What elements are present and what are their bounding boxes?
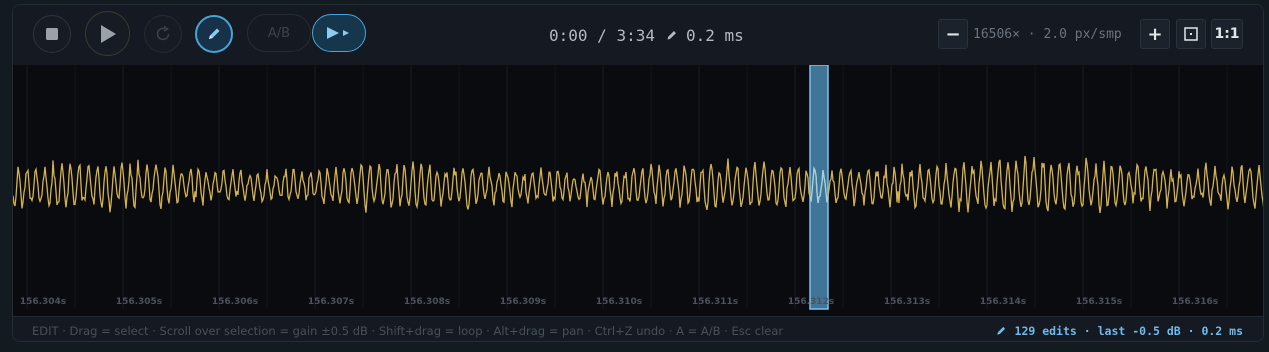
- time-separator: /: [587, 25, 617, 45]
- pencil-icon: [996, 326, 1005, 335]
- time-tick-label: 156.306s: [212, 297, 258, 307]
- pencil-edit-button[interactable]: [195, 15, 233, 53]
- waveform-canvas[interactable]: 156.304s 156.305s 156.306s 156.307s 156.308s…: [13, 65, 1263, 317]
- stop-button[interactable]: [33, 15, 71, 53]
- time-tick-label: 156.305s: [116, 297, 162, 307]
- time-tick-label: 156.304s: [20, 297, 66, 307]
- edit-summary-text: 129 edits · last -0.5 dB · 0.2 ms: [1014, 324, 1243, 338]
- pencil-icon: [665, 29, 678, 42]
- zoom-separator: ·: [1019, 26, 1044, 42]
- time-tick-label: 156.310s: [596, 297, 642, 307]
- one-to-one-zoom-button[interactable]: 1:1: [1211, 19, 1243, 49]
- time-tick-label: 156.314s: [980, 297, 1026, 307]
- pencil-icon: [209, 28, 220, 39]
- ab-compare-button[interactable]: A/B: [247, 14, 311, 52]
- zoom-out-button[interactable]: −: [938, 19, 968, 49]
- playback-time-display: 0:00 / 3:34 0.2 ms: [549, 23, 744, 47]
- waveform-svg: 156.304s 156.305s 156.306s 156.307s 156.308s…: [13, 65, 1263, 310]
- keyboard-help-text: EDIT · Drag = select · Scroll over selec…: [32, 324, 784, 338]
- fit-view-button[interactable]: [1176, 19, 1206, 49]
- loop-icon: [156, 25, 170, 41]
- time-tick-label: 156.313s: [884, 297, 930, 307]
- edit-resolution: 0.2 ms: [685, 25, 744, 45]
- time-tick-label: 156.311s: [692, 297, 738, 307]
- play-selection-icon: [327, 27, 349, 39]
- toolbar: A/B 0:00 / 3:34 0.2 ms − 16506× · 2.0 px…: [13, 5, 1263, 66]
- total-time: 3:34: [616, 25, 655, 45]
- time-tick-label: 156.308s: [404, 297, 450, 307]
- play-icon: [100, 24, 116, 43]
- waveform-editor-panel: A/B 0:00 / 3:34 0.2 ms − 16506× · 2.0 px…: [12, 4, 1264, 342]
- time-tick-label: 156.309s: [500, 297, 546, 307]
- zoom-readout: 16506× · 2.0 px/smp: [973, 25, 1122, 43]
- zoom-factor: 16506×: [973, 26, 1020, 42]
- loop-button[interactable]: [144, 15, 182, 53]
- play-selection-button[interactable]: [312, 14, 366, 52]
- time-tick-label: 156.312s: [788, 297, 834, 307]
- time-tick-label: 156.316s: [1172, 297, 1218, 307]
- edit-summary: 129 edits · last -0.5 dB · 0.2 ms: [995, 324, 1243, 338]
- time-tick-label: 156.315s: [1076, 297, 1122, 307]
- zoom-in-button[interactable]: +: [1140, 19, 1170, 49]
- stop-icon: [46, 28, 58, 40]
- play-button[interactable]: [85, 11, 130, 56]
- pixels-per-sample: 2.0 px/smp: [1043, 26, 1122, 42]
- status-bar: EDIT · Drag = select · Scroll over selec…: [13, 316, 1263, 341]
- fit-icon: [1184, 27, 1198, 41]
- time-tick-label: 156.307s: [308, 297, 354, 307]
- waveform-trace: [13, 155, 1263, 214]
- current-time: 0:00: [549, 25, 588, 45]
